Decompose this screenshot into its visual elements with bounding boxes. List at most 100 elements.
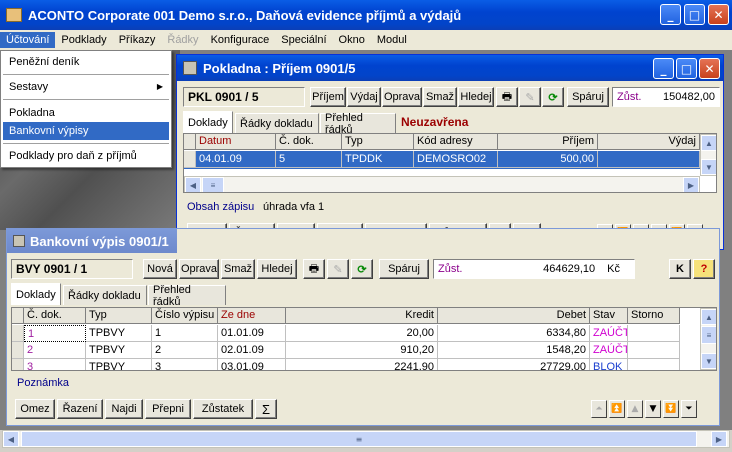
banka-smaz-button[interactable]: Smaž: [221, 259, 255, 279]
main-scroll-right-icon[interactable]: ▶: [711, 431, 727, 447]
table-row[interactable]: 1 TPBVY 1 01.01.09 20,00 6334,80 ZAÚČT: [12, 325, 680, 342]
banka-refresh-icon[interactable]: ⟳: [351, 259, 373, 279]
banka-first-record-icon[interactable]: ⏶: [591, 400, 607, 418]
col-ze-dne[interactable]: Ze dne: [218, 308, 286, 324]
banka-next-record-icon[interactable]: ▼: [645, 400, 661, 418]
banka-icon: [13, 235, 25, 247]
banka-tab-radky-dokladu[interactable]: Řádky dokladu: [63, 285, 147, 305]
vydaj-button[interactable]: Výdaj: [347, 87, 381, 107]
banka-najdi-button[interactable]: Najdi: [105, 399, 143, 419]
oprava-button[interactable]: Oprava: [382, 87, 422, 107]
scroll-right-icon[interactable]: ▶: [683, 177, 699, 192]
scroll-left-icon[interactable]: ◀: [185, 177, 201, 192]
nova-button[interactable]: Nová: [143, 259, 177, 279]
close-button[interactable]: ✕: [708, 4, 729, 25]
hledej-button[interactable]: Hledej: [458, 87, 494, 107]
filter-icon[interactable]: ✎: [519, 87, 541, 107]
maximize-button[interactable]: □: [684, 4, 705, 25]
col-c-dok[interactable]: Č. dok.: [24, 308, 86, 324]
scroll-thumb[interactable]: ≡: [701, 326, 716, 344]
col-kredit[interactable]: Kredit: [286, 308, 438, 324]
minimize-button[interactable]: _: [660, 4, 681, 25]
menu-prikazy[interactable]: Příkazy: [113, 32, 162, 48]
table-row[interactable]: 2 TPBVY 2 02.01.09 910,20 1548,20 ZAÚČT: [12, 342, 680, 359]
banka-prepni-button[interactable]: Přepni: [145, 399, 191, 419]
menu-separator: [3, 143, 169, 144]
banka-grid-corner: [12, 308, 24, 324]
scroll-down-icon[interactable]: ▼: [701, 353, 716, 369]
print-icon[interactable]: 🖶: [496, 87, 518, 107]
banka-oprava-button[interactable]: Oprava: [179, 259, 219, 279]
col-c-dok[interactable]: Č. dok.: [276, 134, 342, 150]
banka-sum-icon[interactable]: Σ: [255, 399, 277, 419]
banka-razeni-button[interactable]: Řazení: [57, 399, 103, 419]
cell-c-dok: 3: [24, 359, 86, 370]
col-storno[interactable]: Storno: [628, 308, 680, 324]
main-scroll-thumb[interactable]: ≡: [21, 431, 697, 447]
pokladna-maximize[interactable]: □: [676, 58, 697, 79]
col-prijem[interactable]: Příjem: [498, 134, 598, 150]
menu-item-bankovni-vypisy[interactable]: Bankovní výpisy: [3, 122, 169, 140]
table-row[interactable]: 3 TPBVY 3 03.01.09 2241,90 27729,00 BLOK: [12, 359, 680, 370]
menu-okno[interactable]: Okno: [333, 32, 371, 48]
col-debet[interactable]: Debet: [438, 308, 590, 324]
scroll-up-icon[interactable]: ▲: [701, 135, 716, 151]
menu-modul[interactable]: Modul: [371, 32, 413, 48]
prijem-button[interactable]: Příjem: [310, 87, 346, 107]
main-scroll-left-icon[interactable]: ◀: [3, 431, 19, 447]
banka-vscrollbar[interactable]: ▲ ≡ ▼: [700, 308, 716, 370]
banka-grid[interactable]: Č. dok. Typ Číslo výpisu Ze dne Kredit D…: [11, 307, 717, 371]
scroll-up-icon[interactable]: ▲: [701, 309, 716, 325]
col-cislo-vypisu[interactable]: Číslo výpisu: [152, 308, 218, 324]
pokladna-grid[interactable]: Datum Č. dok. Typ Kód adresy Příjem Výda…: [183, 133, 717, 193]
sparuj-button[interactable]: Spáruj: [567, 87, 609, 107]
pokladna-vscrollbar[interactable]: ▲ ▼: [700, 134, 716, 176]
menu-podklady[interactable]: Podklady: [55, 32, 112, 48]
pokladna-minimize[interactable]: _: [653, 58, 674, 79]
banka-page-down-icon[interactable]: ⏬: [663, 400, 679, 418]
refresh-icon[interactable]: ⟳: [542, 87, 564, 107]
banka-last-record-icon[interactable]: ⏷: [681, 400, 697, 418]
menu-item-sestavy[interactable]: Sestavy ▶: [3, 78, 169, 96]
scroll-thumb[interactable]: ≡: [202, 177, 224, 192]
pokladna-hscrollbar[interactable]: ◀ ≡ ▶: [184, 176, 700, 192]
cell-kredit: 20,00: [286, 325, 438, 342]
banka-filter-icon[interactable]: ✎: [327, 259, 349, 279]
menu-konfigurace[interactable]: Konfigurace: [205, 32, 276, 48]
tab-doklady[interactable]: Doklady: [183, 111, 233, 133]
help-icon[interactable]: ?: [693, 259, 715, 279]
pokladna-doc-number: PKL 0901 / 5: [183, 87, 305, 107]
table-row[interactable]: 04.01.09 5 TPDDK DEMOSRO02 500,00: [184, 151, 700, 169]
banka-hledej-button[interactable]: Hledej: [257, 259, 297, 279]
col-typ[interactable]: Typ: [86, 308, 152, 324]
col-vydaj[interactable]: Výdaj: [598, 134, 700, 150]
banka-page-up-icon[interactable]: ⏫: [609, 400, 625, 418]
banka-tab-prehled-radku[interactable]: Přehled řádků: [148, 284, 226, 308]
banka-omez-button[interactable]: Omez: [15, 399, 55, 419]
banka-tab-doklady[interactable]: Doklady: [11, 283, 61, 305]
pokladna-title: Pokladna : Příjem 0901/5: [203, 60, 356, 76]
k-button[interactable]: K: [669, 259, 691, 279]
pokladna-close[interactable]: ✕: [699, 58, 720, 79]
menu-item-pokladna[interactable]: Pokladna: [3, 104, 169, 122]
col-datum[interactable]: Datum: [196, 134, 276, 150]
col-kod-adresy[interactable]: Kód adresy: [414, 134, 498, 150]
menu-uctovani[interactable]: Účtování: [0, 32, 56, 48]
obsah-zapisu-value: úhrada vfa 1: [263, 201, 325, 213]
banka-print-icon[interactable]: 🖶: [303, 259, 325, 279]
banka-zustatek-button[interactable]: Zůstatek: [193, 399, 253, 419]
menu-specialni[interactable]: Speciální: [275, 32, 332, 48]
smaz-button[interactable]: Smaž: [423, 87, 457, 107]
tab-radky-dokladu[interactable]: Řádky dokladu: [235, 113, 319, 133]
cell-prijem: 500,00: [498, 151, 598, 168]
tab-prehled-radku[interactable]: Přehled řádků: [320, 112, 396, 136]
banka-doc-number: BVY 0901 / 1: [11, 259, 133, 279]
menu-item-podklady-dan[interactable]: Podklady pro daň z příjmů: [3, 147, 169, 165]
scroll-down-icon[interactable]: ▼: [701, 159, 716, 175]
banka-sparuj-button[interactable]: Spáruj: [379, 259, 429, 279]
col-stav[interactable]: Stav: [590, 308, 628, 324]
menu-item-penezni-denik[interactable]: Peněžní deník: [3, 53, 169, 71]
main-hscrollbar[interactable]: ◀ ≡ ▶: [2, 430, 730, 448]
col-typ[interactable]: Typ: [342, 134, 414, 150]
banka-prev-record-icon[interactable]: ▲: [627, 400, 643, 418]
